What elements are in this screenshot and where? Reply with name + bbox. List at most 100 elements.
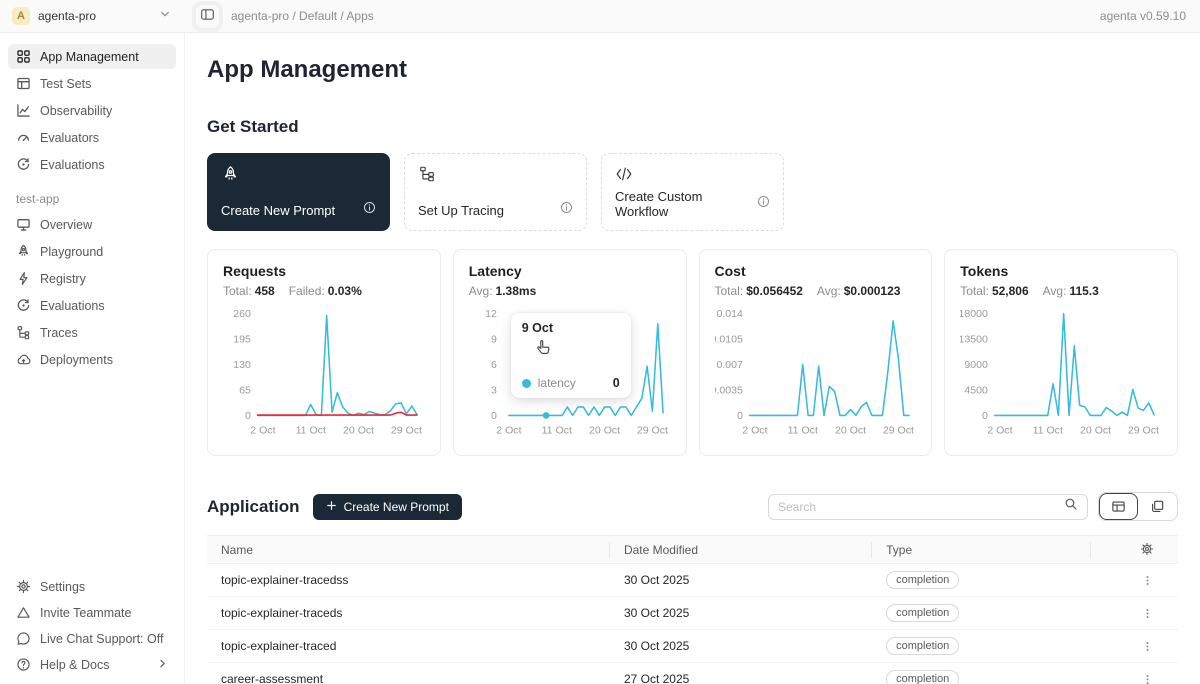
svg-text:4500: 4500 (965, 384, 989, 396)
button-label: Create New Prompt (344, 500, 449, 514)
triangle-icon (16, 605, 31, 620)
search-icon[interactable] (1064, 497, 1078, 516)
sidebar-item-playground[interactable]: Playground (8, 239, 176, 264)
create-new-prompt-card[interactable]: Create New Prompt (207, 153, 390, 231)
table-row[interactable]: topic-explainer-tracedss 30 Oct 2025 com… (207, 564, 1178, 597)
sidebar-item-evaluators[interactable]: Evaluators (8, 125, 176, 150)
sidebar-item-invite-teammate[interactable]: Invite Teammate (8, 600, 176, 625)
chart-line-icon (16, 103, 31, 118)
set-up-tracing-card[interactable]: Set Up Tracing (404, 153, 587, 231)
help-icon (16, 657, 31, 672)
info-icon[interactable] (363, 201, 376, 219)
search-input[interactable] (778, 500, 1064, 514)
row-menu-kebab-icon[interactable] (1141, 673, 1154, 684)
sidebar-item-settings[interactable]: Settings (8, 574, 176, 599)
refresh-circle-icon (16, 157, 31, 172)
mouse-cursor-icon (536, 339, 552, 361)
row-menu-kebab-icon[interactable] (1141, 574, 1154, 587)
sidebar-item-overview[interactable]: Overview (8, 212, 176, 237)
tokens-line-chart[interactable]: 18000135009000450002 Oct11 Oct20 Oct29 O… (960, 304, 1162, 446)
sidebar-item-live-chat[interactable]: Live Chat Support: Off (8, 626, 176, 651)
lightning-icon (16, 271, 31, 286)
app-name[interactable]: topic-explainer-traceds (207, 606, 610, 620)
chart-title: Cost (715, 263, 917, 279)
svg-text:65: 65 (239, 384, 251, 396)
chart-stats: Total:$0.056452 Avg:$0.000123 (715, 284, 917, 298)
sidebar-item-help-docs[interactable]: Help & Docs (8, 652, 176, 677)
grid-icon (16, 49, 31, 64)
sidebar-item-label: Playground (40, 245, 103, 259)
sidebar-item-deployments[interactable]: Deployments (8, 347, 176, 372)
card-view-button[interactable] (1138, 493, 1177, 520)
card-label: Set Up Tracing (418, 203, 504, 218)
svg-text:20 Oct: 20 Oct (835, 425, 866, 437)
svg-text:13500: 13500 (960, 333, 988, 345)
page-title: App Management (207, 56, 1178, 84)
workspace-switcher[interactable]: A agenta-pro (0, 0, 185, 32)
sidebar-item-evaluations[interactable]: Evaluations (8, 152, 176, 177)
create-new-prompt-button[interactable]: Create New Prompt (313, 494, 462, 520)
app-name[interactable]: career-assessment (207, 672, 610, 684)
chart-stats: Total:458 Failed:0.03% (223, 284, 425, 298)
svg-text:11 Oct: 11 Oct (787, 425, 817, 437)
row-menu-kebab-icon[interactable] (1141, 607, 1154, 620)
svg-text:9000: 9000 (965, 359, 989, 371)
sidebar-item-label: Evaluations (40, 299, 105, 313)
table-row[interactable]: career-assessment 27 Oct 2025 completion (207, 663, 1178, 684)
info-icon[interactable] (757, 195, 770, 213)
sidebar-toggle-button[interactable] (196, 5, 219, 28)
table-header: Name Date Modified Type (207, 535, 1178, 564)
get-started-cards: Create New Prompt Set Up Tracing (207, 153, 1178, 231)
svg-text:11 Oct: 11 Oct (296, 425, 326, 437)
get-started-heading: Get Started (207, 117, 1178, 137)
table-row[interactable]: topic-explainer-traceds 30 Oct 2025 comp… (207, 597, 1178, 630)
sidebar-item-registry[interactable]: Registry (8, 266, 176, 291)
sidebar-item-app-evaluations[interactable]: Evaluations (8, 293, 176, 318)
sidebar-item-observability[interactable]: Observability (8, 98, 176, 123)
svg-text:18000: 18000 (960, 308, 988, 320)
cost-line-chart[interactable]: 0.0140.01050.0070.003502 Oct11 Oct20 Oct… (715, 304, 917, 446)
applications-table: Name Date Modified Type topic-explainer-… (207, 535, 1178, 684)
svg-text:9: 9 (491, 333, 497, 345)
chart-tooltip: 9 Oct latency 0 (511, 313, 631, 398)
sidebar-item-app-management[interactable]: App Management (8, 44, 176, 69)
chart-title: Tokens (960, 263, 1162, 279)
app-name[interactable]: topic-explainer-traced (207, 639, 610, 653)
breadcrumb[interactable]: agenta-pro / Default / Apps (231, 9, 374, 23)
create-custom-workflow-card[interactable]: Create Custom Workflow (601, 153, 784, 231)
svg-text:0: 0 (982, 410, 988, 422)
table-view-button[interactable] (1099, 493, 1138, 520)
sidebar-item-label: Overview (40, 218, 92, 232)
table-row[interactable]: topic-explainer-traced 30 Oct 2025 compl… (207, 630, 1178, 663)
tracing-tree-icon (418, 165, 573, 188)
svg-text:11 Oct: 11 Oct (1033, 425, 1063, 437)
row-menu-kebab-icon[interactable] (1141, 640, 1154, 653)
monitor-icon (16, 217, 31, 232)
rocket-icon (16, 244, 31, 259)
sidebar-item-label: Traces (40, 326, 78, 340)
column-header-type[interactable]: Type (872, 542, 1090, 558)
app-date-modified: 27 Oct 2025 (610, 672, 872, 684)
info-icon[interactable] (560, 201, 573, 219)
table-icon (16, 76, 31, 91)
svg-text:29 Oct: 29 Oct (637, 425, 668, 437)
chat-icon (16, 631, 31, 646)
app-name[interactable]: topic-explainer-tracedss (207, 573, 610, 587)
gauge-icon (16, 130, 31, 145)
sidebar-item-label: App Management (40, 50, 139, 64)
refresh-circle-icon (16, 298, 31, 313)
column-header-date-modified[interactable]: Date Modified (610, 542, 872, 558)
svg-text:3: 3 (491, 384, 497, 396)
requests-chart-card: Requests Total:458 Failed:0.03% 26019513… (207, 249, 441, 456)
svg-text:0: 0 (736, 410, 742, 422)
column-header-name[interactable]: Name (207, 542, 610, 558)
requests-line-chart[interactable]: 2601951306502 Oct11 Oct20 Oct29 Oct (223, 304, 425, 446)
sidebar-item-traces[interactable]: Traces (8, 320, 176, 345)
svg-text:2 Oct: 2 Oct (988, 425, 1013, 437)
column-settings-gear-icon[interactable] (1091, 542, 1178, 558)
sidebar-item-label: Invite Teammate (40, 606, 131, 620)
app-version: agenta v0.59.10 (1100, 9, 1186, 23)
type-badge: completion (886, 571, 959, 589)
sidebar-item-test-sets[interactable]: Test Sets (8, 71, 176, 96)
svg-text:195: 195 (233, 333, 251, 345)
